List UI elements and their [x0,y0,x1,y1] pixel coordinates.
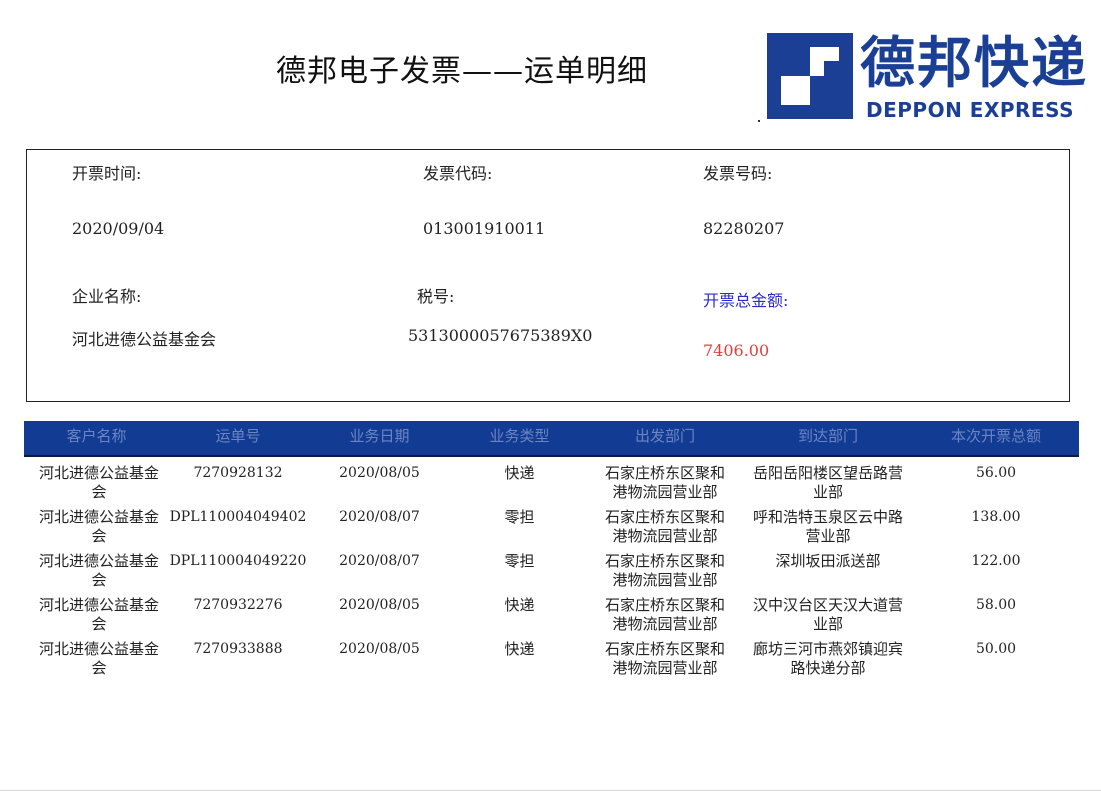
date-cell: 2020/08/05 [339,641,420,657]
deppon-logo: 德邦快递 DEPPON EXPRESS [767,31,1086,123]
waybill-cell: 7270933888 [193,641,283,657]
header-waybill: 运单号 [215,427,261,445]
company-name-value: 河北进德公益基金会 [72,330,217,349]
total-amount-value: 7406.00 [703,341,770,360]
total-amount-label: 开票总金额: [703,291,789,310]
invoice-number-value: 82280207 [703,219,785,238]
header-destination: 到达部门 [797,427,858,445]
date-cell: 2020/08/07 [339,509,420,525]
amount-cell: 50.00 [975,641,1017,657]
table-row: 河北进德公益基金会 7270928132 2020/08/05 快递 石家庄桥东… [24,464,1079,508]
dot-mark [758,120,760,122]
waybill-cell: 7270928132 [193,465,283,481]
type-cell: 快递 [504,464,535,482]
date-cell: 2020/08/05 [339,597,420,613]
header-origin: 出发部门 [634,427,695,445]
amount-cell: 58.00 [975,597,1017,613]
destination-cell: 廊坊三河市燕郊镇迎宾 路快递分部 [752,640,903,677]
origin-cell: 石家庄桥东区聚和 港物流园营业部 [604,508,725,545]
origin-cell: 石家庄桥东区聚和 港物流园营业部 [604,596,725,633]
origin-cell: 石家庄桥东区聚和 港物流园营业部 [604,464,725,501]
customer-cell: 河北进德公益基金会 [38,464,159,501]
customer-cell: 河北进德公益基金会 [38,552,159,589]
tax-number-value: 5313000057675389X0 [408,326,593,345]
destination-cell: 岳阳岳阳楼区望岳路营 业部 [752,464,903,501]
date-cell: 2020/08/07 [339,553,420,569]
destination-cell: 深圳坂田派送部 [775,552,881,570]
header-type: 业务类型 [489,427,550,445]
customer-cell: 河北进德公益基金会 [38,508,159,545]
table-row: 河北进德公益基金会 DPL110004049402 2020/08/07 零担 … [24,508,1079,552]
table-row: 河北进德公益基金会 7270933888 2020/08/05 快递 石家庄桥东… [24,640,1079,684]
invoice-number-label: 发票号码: [703,164,773,183]
logo-chinese-text: 德邦快递 [860,31,1089,95]
table-row: 河北进德公益基金会 DPL110004049220 2020/08/07 零担 … [24,552,1079,596]
date-cell: 2020/08/05 [339,465,420,481]
page-title: 德邦电子发票——运单明细 [276,54,648,89]
deppon-logo-icon [767,33,853,119]
amount-cell: 138.00 [971,509,1021,525]
header-date: 业务日期 [349,427,410,445]
table-header: 客户名称 运单号 业务日期 业务类型 出发部门 到达部门 本次开票总额 [24,421,1079,457]
customer-cell: 河北进德公益基金会 [38,596,159,633]
type-cell: 快递 [504,640,535,658]
destination-cell: 汉中汉台区天汉大道营 业部 [752,596,903,633]
table-row: 河北进德公益基金会 7270932276 2020/08/05 快递 石家庄桥东… [24,596,1079,640]
issue-time-value: 2020/09/04 [72,219,165,238]
type-cell: 快递 [504,596,535,614]
page-bottom-divider [0,790,1101,791]
waybill-cell: DPL110004049220 [169,553,307,569]
type-cell: 零担 [504,552,535,570]
company-name-label: 企业名称: [72,287,142,306]
customer-cell: 河北进德公益基金会 [38,640,159,677]
origin-cell: 石家庄桥东区聚和 港物流园营业部 [604,552,725,589]
waybill-cell: DPL110004049402 [169,509,307,525]
invoice-code-label: 发票代码: [423,164,493,183]
waybill-cell: 7270932276 [193,597,283,613]
amount-cell: 122.00 [971,553,1021,569]
amount-cell: 56.00 [975,465,1017,481]
tax-number-label: 税号: [417,287,455,306]
header-customer: 客户名称 [66,427,127,445]
type-cell: 零担 [504,508,535,526]
origin-cell: 石家庄桥东区聚和 港物流园营业部 [604,640,725,677]
logo-english-text: DEPPON EXPRESS [866,98,1074,122]
issue-time-label: 开票时间: [72,164,142,183]
invoice-info-box: 开票时间: 发票代码: 发票号码: 2020/09/04 01300191001… [26,149,1070,402]
destination-cell: 呼和浩特玉泉区云中路 营业部 [752,508,903,545]
invoice-code-value: 013001910011 [423,219,546,238]
header-amount: 本次开票总额 [950,427,1041,445]
